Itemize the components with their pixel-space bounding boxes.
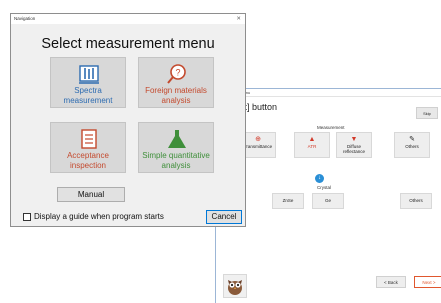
back-button[interactable]: < Back: [376, 276, 406, 288]
next-button[interactable]: Next >: [414, 276, 441, 288]
transmittance-icon: ⊕: [255, 136, 261, 143]
atr-icon: ▲: [308, 136, 316, 143]
guide-label: Display a guide when program starts: [34, 212, 164, 221]
tile-label-line1: Simple quantitative: [142, 151, 210, 160]
crystal-ge[interactable]: Ge: [312, 193, 344, 209]
tile-label-line1: Foreign materials: [145, 86, 207, 95]
option-atr[interactable]: ▲ ATR: [294, 132, 330, 158]
foreign-materials-tile[interactable]: ? Foreign materials analysis: [138, 57, 214, 108]
pen-icon: ✎: [409, 136, 415, 143]
arrow-down-icon: ↓: [315, 174, 324, 183]
spectra-measurement-tile[interactable]: Spectra measurement: [50, 57, 126, 108]
option-label: Diffuse reflectance: [342, 144, 365, 154]
tile-label-line1: Spectra: [74, 86, 102, 95]
cancel-button[interactable]: Cancel: [206, 210, 242, 224]
checklist-icon: [81, 129, 97, 149]
navigation-dialog: Navigation ✕ Select measurement menu Spe…: [10, 13, 246, 227]
owl-mascot-icon: [223, 274, 247, 298]
crystal-znse[interactable]: ZnSe: [272, 193, 304, 209]
guide-window-titlebar: t Menu: [216, 89, 441, 97]
svg-text:?: ?: [175, 68, 180, 78]
option-others[interactable]: ✎ Others: [394, 132, 430, 158]
option-label: Others: [405, 144, 419, 149]
tile-label-line2: analysis: [161, 161, 191, 170]
dialog-titlebar: Navigation ✕: [11, 14, 245, 24]
magnifier-icon: ?: [167, 64, 186, 84]
acceptance-inspection-tile[interactable]: Acceptance inspection: [50, 122, 126, 173]
option-label: ATR: [307, 144, 317, 149]
tile-label-line2: inspection: [69, 161, 107, 170]
close-icon[interactable]: ✕: [236, 14, 241, 24]
option-diffuse-reflectance[interactable]: ▼ Diffuse reflectance: [336, 132, 372, 158]
show-guide-checkbox[interactable]: Display a guide when program starts: [23, 212, 164, 221]
tile-label-line2: analysis: [161, 96, 191, 105]
tile-label-line2: measurement: [63, 96, 113, 105]
tile-label-line1: Acceptance: [67, 151, 109, 160]
diffuse-icon: ▼: [350, 136, 358, 143]
manual-button[interactable]: Manual: [57, 187, 125, 202]
dialog-heading: Select measurement menu: [41, 36, 215, 52]
crystal-others[interactable]: Others: [400, 193, 432, 209]
guide-window: t Menu xt] button Skip Measurement ⊕ Tra…: [215, 88, 441, 303]
simple-quantitative-tile[interactable]: Simple quantitative analysis: [138, 122, 214, 173]
checkbox-box[interactable]: [23, 212, 31, 221]
skip-button[interactable]: Skip: [416, 107, 438, 119]
option-label: Transmittance: [243, 144, 273, 149]
flask-icon: [168, 130, 186, 148]
spectrum-icon: [79, 65, 99, 84]
measurement-section-label: Measurement: [317, 125, 345, 130]
crystal-section-label: Crystal: [317, 185, 332, 190]
dialog-title: Navigation: [14, 16, 36, 21]
